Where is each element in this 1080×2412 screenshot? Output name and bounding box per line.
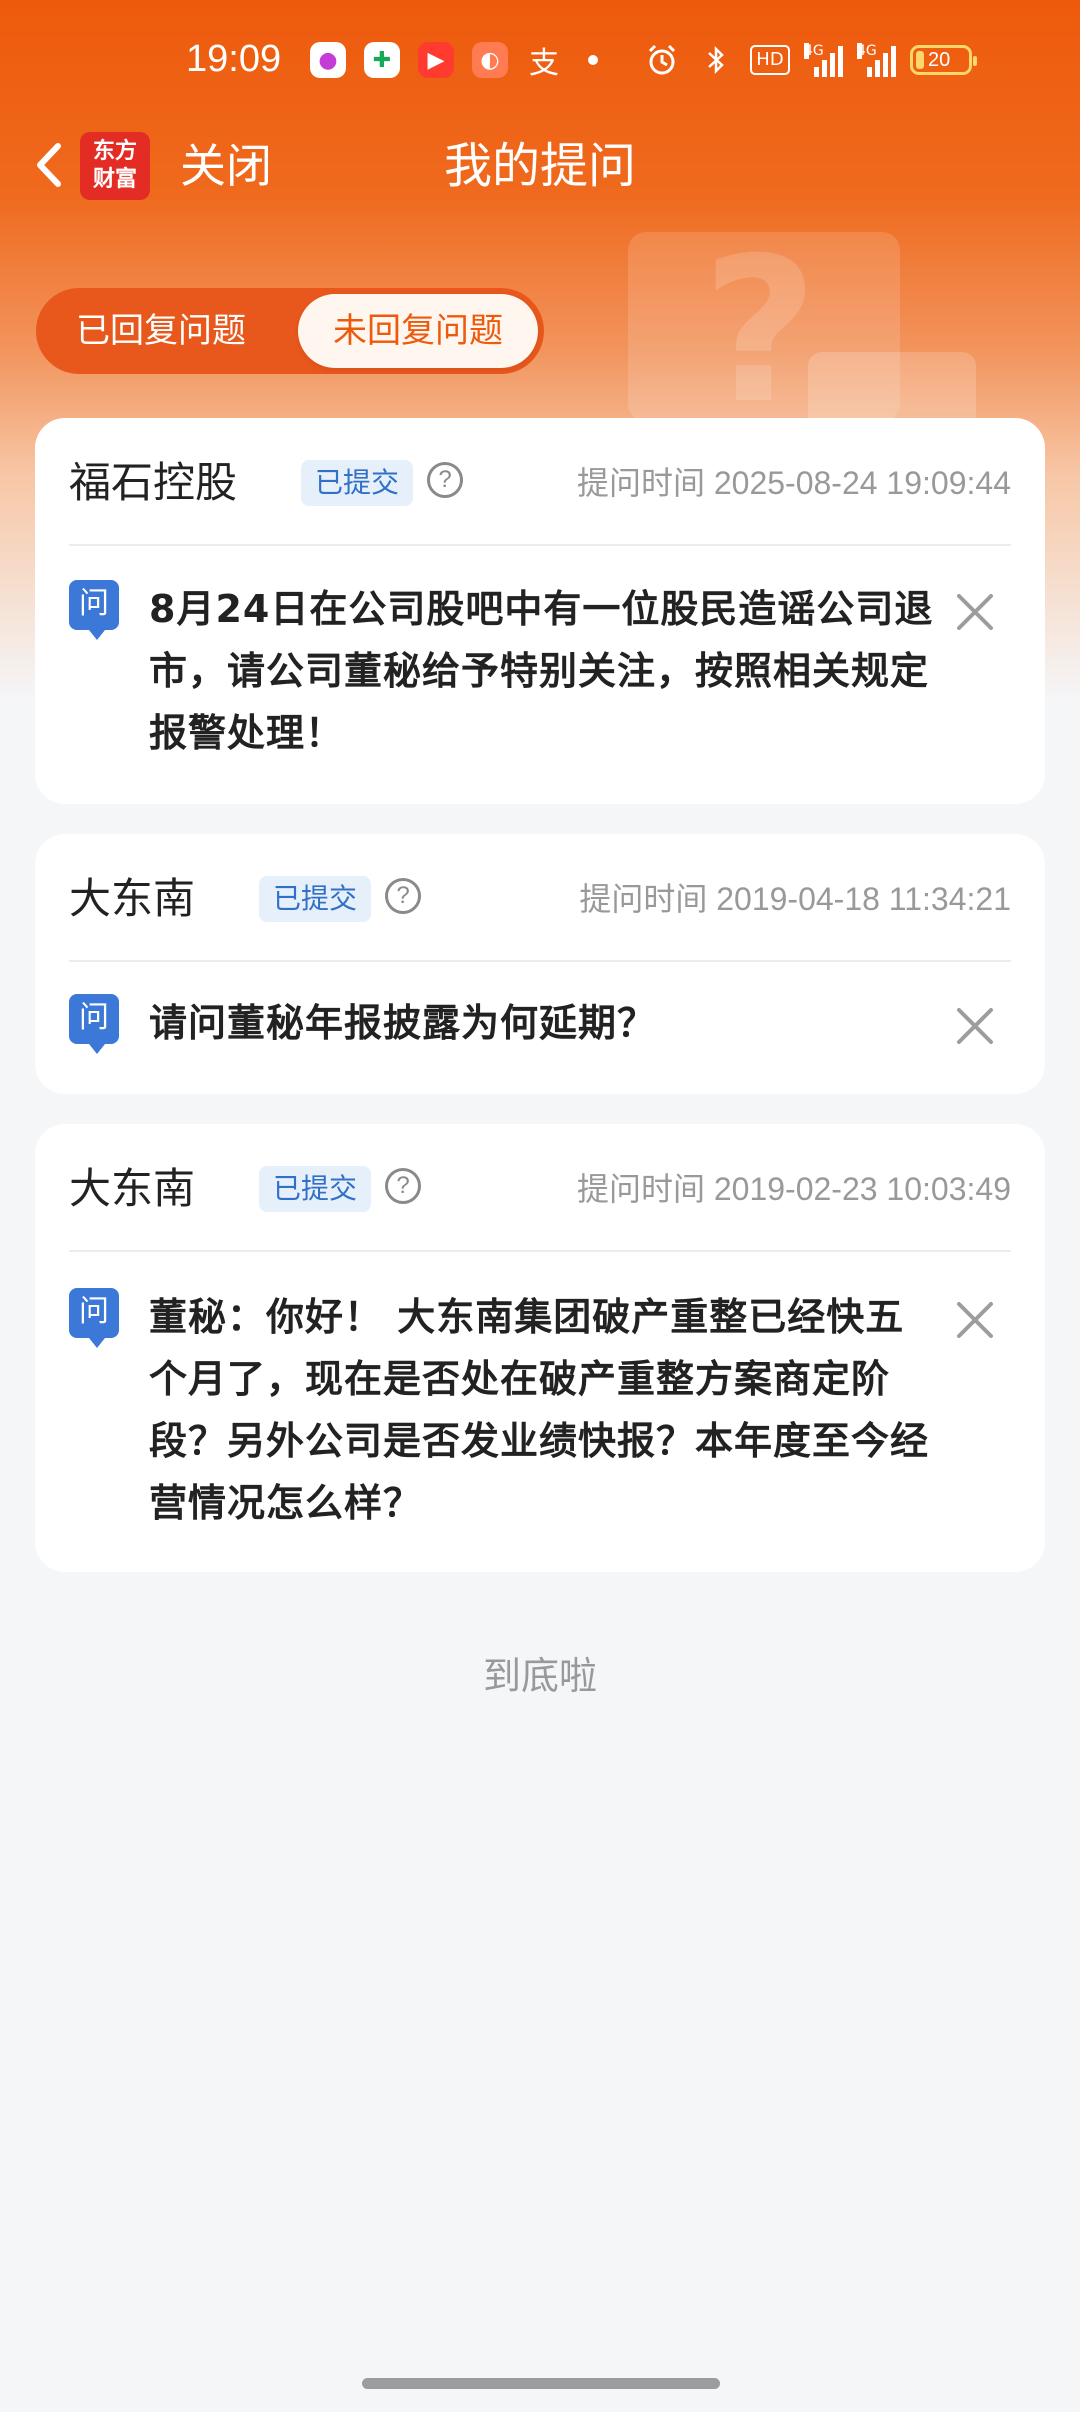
help-icon[interactable]: ? [427,462,463,498]
divider [69,544,1011,546]
tab-replied[interactable]: 已回复问题 [42,294,280,368]
divider [69,1250,1011,1252]
question-mark-decoration-icon: ? [702,215,819,448]
app-leaf-icon: ◐ [472,42,508,78]
close-icon [957,1302,993,1338]
delete-question-button[interactable] [953,1298,997,1342]
shield-icon: ✚ [364,42,400,78]
company-name[interactable]: 福石控股 [69,458,237,508]
end-of-list-text: 到底啦 [482,1654,597,1698]
system-icons: HD 4G 4G 20 [642,40,977,80]
signal-strength-icon: 4G [804,43,843,77]
question-icon: 问 [69,580,119,640]
delete-question-button[interactable] [953,1004,997,1048]
navigation-bar: 东方 财富 关闭 我的提问 [0,120,1080,212]
status-badge: 已提交 [259,876,372,922]
alarm-icon [642,40,682,80]
question-icon: 问 [69,1288,119,1348]
question-tabs: 已回复问题 未回复问题 [36,288,544,374]
alipay-icon: 支 [529,46,559,81]
more-notifications-dot [588,55,598,65]
question-time: 提问时间 2019-02-23 10:03:49 [576,1171,1011,1207]
page-title: 我的提问 [443,138,636,194]
question-card-header: 福石控股 已提交 ? 提问时间 2025-08-24 19:09:44 [69,418,1011,544]
battery-icon: 20 [910,45,977,75]
hd-voice-icon: HD [750,45,790,75]
question-card: 大东南 已提交 ? 提问时间 2019-02-23 10:03:49 问 董秘：… [35,1124,1045,1572]
close-icon [957,594,993,630]
question-card-header: 大东南 已提交 ? 提问时间 2019-02-23 10:03:49 [69,1124,1011,1250]
question-card: 福石控股 已提交 ? 提问时间 2025-08-24 19:09:44 问 8月… [35,418,1045,804]
question-text[interactable]: 8月24日在公司股吧中有一位股民造谣公司退市，请公司董秘给予特别关注，按照相关规… [149,578,939,764]
app-notification-icon: ● [310,42,346,78]
delete-question-button[interactable] [953,590,997,634]
video-play-icon: ▶ [418,42,454,78]
status-badge: 已提交 [301,460,414,506]
tab-unreplied[interactable]: 未回复问题 [298,294,538,368]
question-card: 大东南 已提交 ? 提问时间 2019-04-18 11:34:21 问 请问董… [35,834,1045,1094]
question-icon: 问 [69,994,119,1054]
question-card-header: 大东南 已提交 ? 提问时间 2019-04-18 11:34:21 [69,834,1011,960]
close-icon [957,1008,993,1044]
company-name[interactable]: 大东南 [69,874,195,924]
company-name[interactable]: 大东南 [69,1164,195,1214]
divider [69,960,1011,962]
bluetooth-icon [696,40,736,80]
help-icon[interactable]: ? [385,878,421,914]
home-indicator[interactable] [362,2378,720,2389]
status-badge: 已提交 [259,1166,372,1212]
help-icon[interactable]: ? [385,1168,421,1204]
question-time: 提问时间 2019-04-18 11:34:21 [579,881,1011,917]
status-time: 19:09 [186,38,282,80]
battery-tip [973,56,977,66]
question-text[interactable]: 请问董秘年报披露为何延期？ [149,992,939,1054]
battery-percentage: 20 [928,48,951,71]
question-time: 提问时间 2025-08-24 19:09:44 [576,465,1011,501]
battery-level [916,51,924,69]
question-text[interactable]: 董秘：你好！ 大东南集团破产重整已经快五个月了，现在是否处在破产重整方案商定阶段… [149,1286,939,1534]
notification-icons: ● ✚ ▶ ◐ 支 [310,42,598,81]
signal-strength-icon-2: 4G [857,43,896,77]
status-bar: 19:09 ● ✚ ▶ ◐ 支 HD 4G 4G 20 [0,0,1080,120]
